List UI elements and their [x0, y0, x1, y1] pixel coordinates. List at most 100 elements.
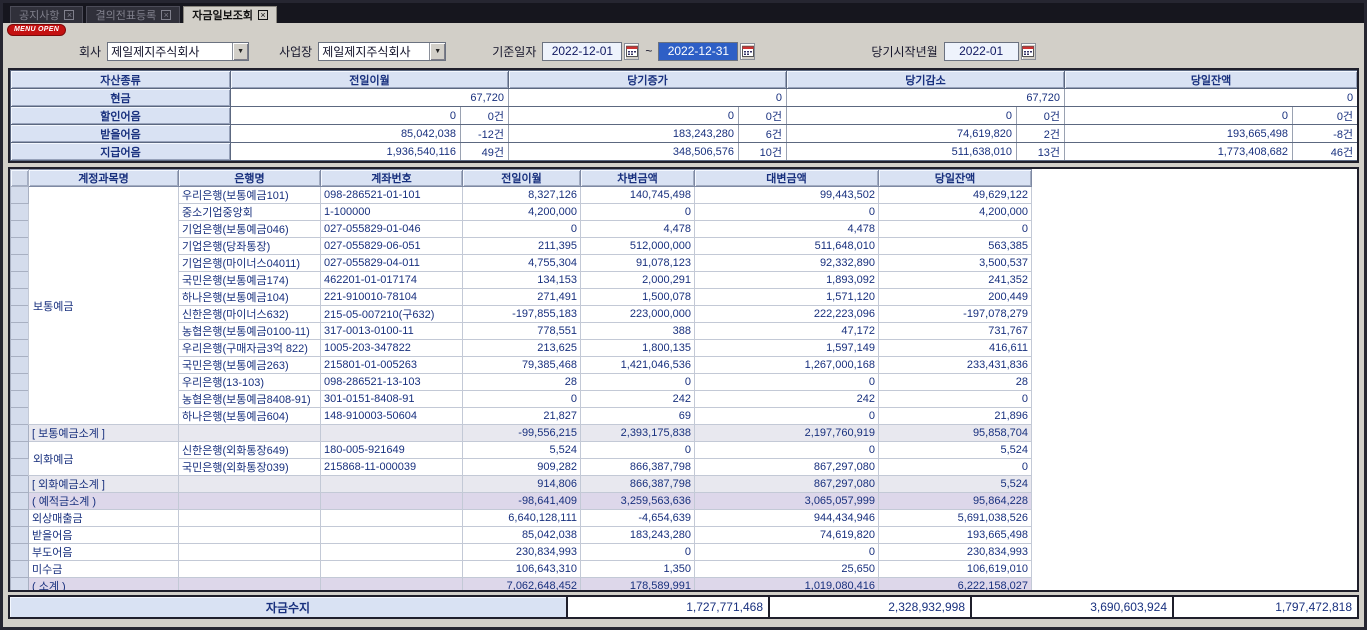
tab-daily-funds-report[interactable]: 자금일보조회 × — [183, 6, 277, 23]
amount-cell: 867,297,080 — [695, 459, 879, 476]
date-from-input[interactable] — [542, 42, 622, 61]
row-selector[interactable] — [11, 391, 29, 408]
amount-cell: 213,625 — [463, 340, 581, 357]
main-column-header[interactable]: 차변금액 — [581, 170, 695, 187]
calendar-icon[interactable] — [1021, 43, 1036, 60]
calendar-icon[interactable] — [740, 43, 755, 60]
row-selector[interactable] — [11, 527, 29, 544]
bank-name-cell — [179, 527, 321, 544]
row-selector[interactable] — [11, 306, 29, 323]
row-selector[interactable] — [11, 255, 29, 272]
row-selector[interactable] — [11, 459, 29, 476]
row-selector[interactable] — [11, 408, 29, 425]
row-selector[interactable] — [11, 340, 29, 357]
amount-cell: 233,431,836 — [879, 357, 1032, 374]
amount-cell: 222,223,096 — [695, 306, 879, 323]
row-selector[interactable] — [11, 221, 29, 238]
table-row[interactable]: 보통예금우리은행(보통예금101)098-286521-01-1018,327,… — [11, 187, 1032, 204]
row-selector[interactable] — [11, 272, 29, 289]
main-column-header[interactable]: 당일잔액 — [879, 170, 1032, 187]
amount-cell: -4,654,639 — [581, 510, 695, 527]
table-row[interactable]: 외화예금신한은행(외화통장649)180-005-9216495,524005,… — [11, 442, 1032, 459]
account-number-cell — [321, 578, 463, 593]
amount-cell: 6,222,158,027 — [879, 578, 1032, 593]
row-selector[interactable] — [11, 187, 29, 204]
summary-header[interactable]: 당일잔액 — [1065, 71, 1358, 89]
amount-cell: -98,641,409 — [463, 493, 581, 510]
summary-amount-cell: 0 — [231, 107, 461, 125]
bank-name-cell — [179, 578, 321, 593]
tab-close-icon[interactable]: × — [258, 10, 268, 20]
main-column-header[interactable]: 전일이월 — [463, 170, 581, 187]
amount-cell: 3,065,057,999 — [695, 493, 879, 510]
tab-voucher-entry[interactable]: 결의전표등록 × — [86, 6, 180, 23]
business-site-select[interactable]: 제일제지주식회사 ▼ — [318, 42, 446, 61]
row-selector[interactable] — [11, 510, 29, 527]
amount-cell: 914,806 — [463, 476, 581, 493]
table-row[interactable]: ( 예적금소계 )-98,641,4093,259,563,6363,065,0… — [11, 493, 1032, 510]
row-selector[interactable] — [11, 561, 29, 578]
funds-balance-value-4: 1,797,472,818 — [1174, 597, 1357, 617]
amount-cell: 0 — [695, 544, 879, 561]
account-number-cell: 301-0151-8408-91 — [321, 391, 463, 408]
amount-cell: 79,385,468 — [463, 357, 581, 374]
tab-close-icon[interactable]: × — [161, 10, 171, 20]
summary-row-label: 현금 — [11, 89, 231, 107]
summary-header[interactable]: 당기증가 — [509, 71, 787, 89]
amount-cell: -197,078,279 — [879, 306, 1032, 323]
amount-cell: 511,648,010 — [695, 238, 879, 255]
bank-name-cell — [179, 425, 321, 442]
table-row[interactable]: [ 보통예금소계 ]-99,556,2152,393,175,8382,197,… — [11, 425, 1032, 442]
row-selector[interactable] — [11, 476, 29, 493]
row-label-cell: [ 외화예금소계 ] — [29, 476, 179, 493]
summary-header[interactable]: 전일이월 — [231, 71, 509, 89]
tab-notice[interactable]: 공지사항 × — [10, 6, 83, 23]
amount-cell: 0 — [581, 204, 695, 221]
account-number-cell: 098-286521-01-101 — [321, 187, 463, 204]
summary-amount-cell: 511,638,010 — [787, 143, 1017, 161]
row-selector[interactable] — [11, 289, 29, 306]
row-selector[interactable] — [11, 357, 29, 374]
main-column-header[interactable]: 계좌번호 — [321, 170, 463, 187]
summary-header-asset-type[interactable]: 자산종류 — [11, 71, 231, 89]
amount-cell: 140,745,498 — [581, 187, 695, 204]
amount-cell: 0 — [581, 544, 695, 561]
summary-row-label: 받을어음 — [11, 125, 231, 143]
row-selector[interactable] — [11, 204, 29, 221]
summary-count-cell: 10건 — [739, 143, 787, 161]
tab-close-icon[interactable]: × — [64, 10, 74, 20]
table-row[interactable]: 미수금106,643,3101,35025,650106,619,010 — [11, 561, 1032, 578]
amount-cell: 223,000,000 — [581, 306, 695, 323]
summary-amount-cell: 67,720 — [231, 89, 509, 107]
amount-cell: 95,864,228 — [879, 493, 1032, 510]
company-select[interactable]: 제일제지주식회사 ▼ — [107, 42, 249, 61]
row-selector[interactable] — [11, 238, 29, 255]
table-row[interactable]: 외상매출금6,640,128,111-4,654,639944,434,9465… — [11, 510, 1032, 527]
amount-cell: 0 — [581, 442, 695, 459]
row-selector[interactable] — [11, 374, 29, 391]
row-selector[interactable] — [11, 544, 29, 561]
amount-cell: 866,387,798 — [581, 459, 695, 476]
date-to-input[interactable] — [658, 42, 738, 61]
chevron-down-icon[interactable]: ▼ — [429, 43, 445, 60]
main-column-header[interactable]: 대변금액 — [695, 170, 879, 187]
table-row[interactable]: ( 소계 )7,062,648,452178,589,9911,019,080,… — [11, 578, 1032, 593]
row-selector[interactable] — [11, 578, 29, 593]
main-column-header[interactable]: 계정과목명 — [29, 170, 179, 187]
calendar-icon[interactable] — [624, 43, 639, 60]
table-row[interactable]: 받을어음85,042,038183,243,28074,619,820193,6… — [11, 527, 1032, 544]
main-column-header[interactable]: 은행명 — [179, 170, 321, 187]
row-label-cell: [ 보통예금소계 ] — [29, 425, 179, 442]
row-selector[interactable] — [11, 442, 29, 459]
row-selector[interactable] — [11, 425, 29, 442]
menu-open-button[interactable]: MENU OPEN — [7, 24, 66, 36]
summary-count-cell: 49건 — [461, 143, 509, 161]
table-row[interactable]: [ 외화예금소계 ]914,806866,387,798867,297,0805… — [11, 476, 1032, 493]
summary-amount-cell: 0 — [1065, 107, 1293, 125]
table-row[interactable]: 부도어음230,834,99300230,834,993 — [11, 544, 1032, 561]
period-start-input[interactable] — [944, 42, 1019, 61]
row-selector[interactable] — [11, 493, 29, 510]
summary-header[interactable]: 당기감소 — [787, 71, 1065, 89]
chevron-down-icon[interactable]: ▼ — [232, 43, 248, 60]
row-selector[interactable] — [11, 323, 29, 340]
